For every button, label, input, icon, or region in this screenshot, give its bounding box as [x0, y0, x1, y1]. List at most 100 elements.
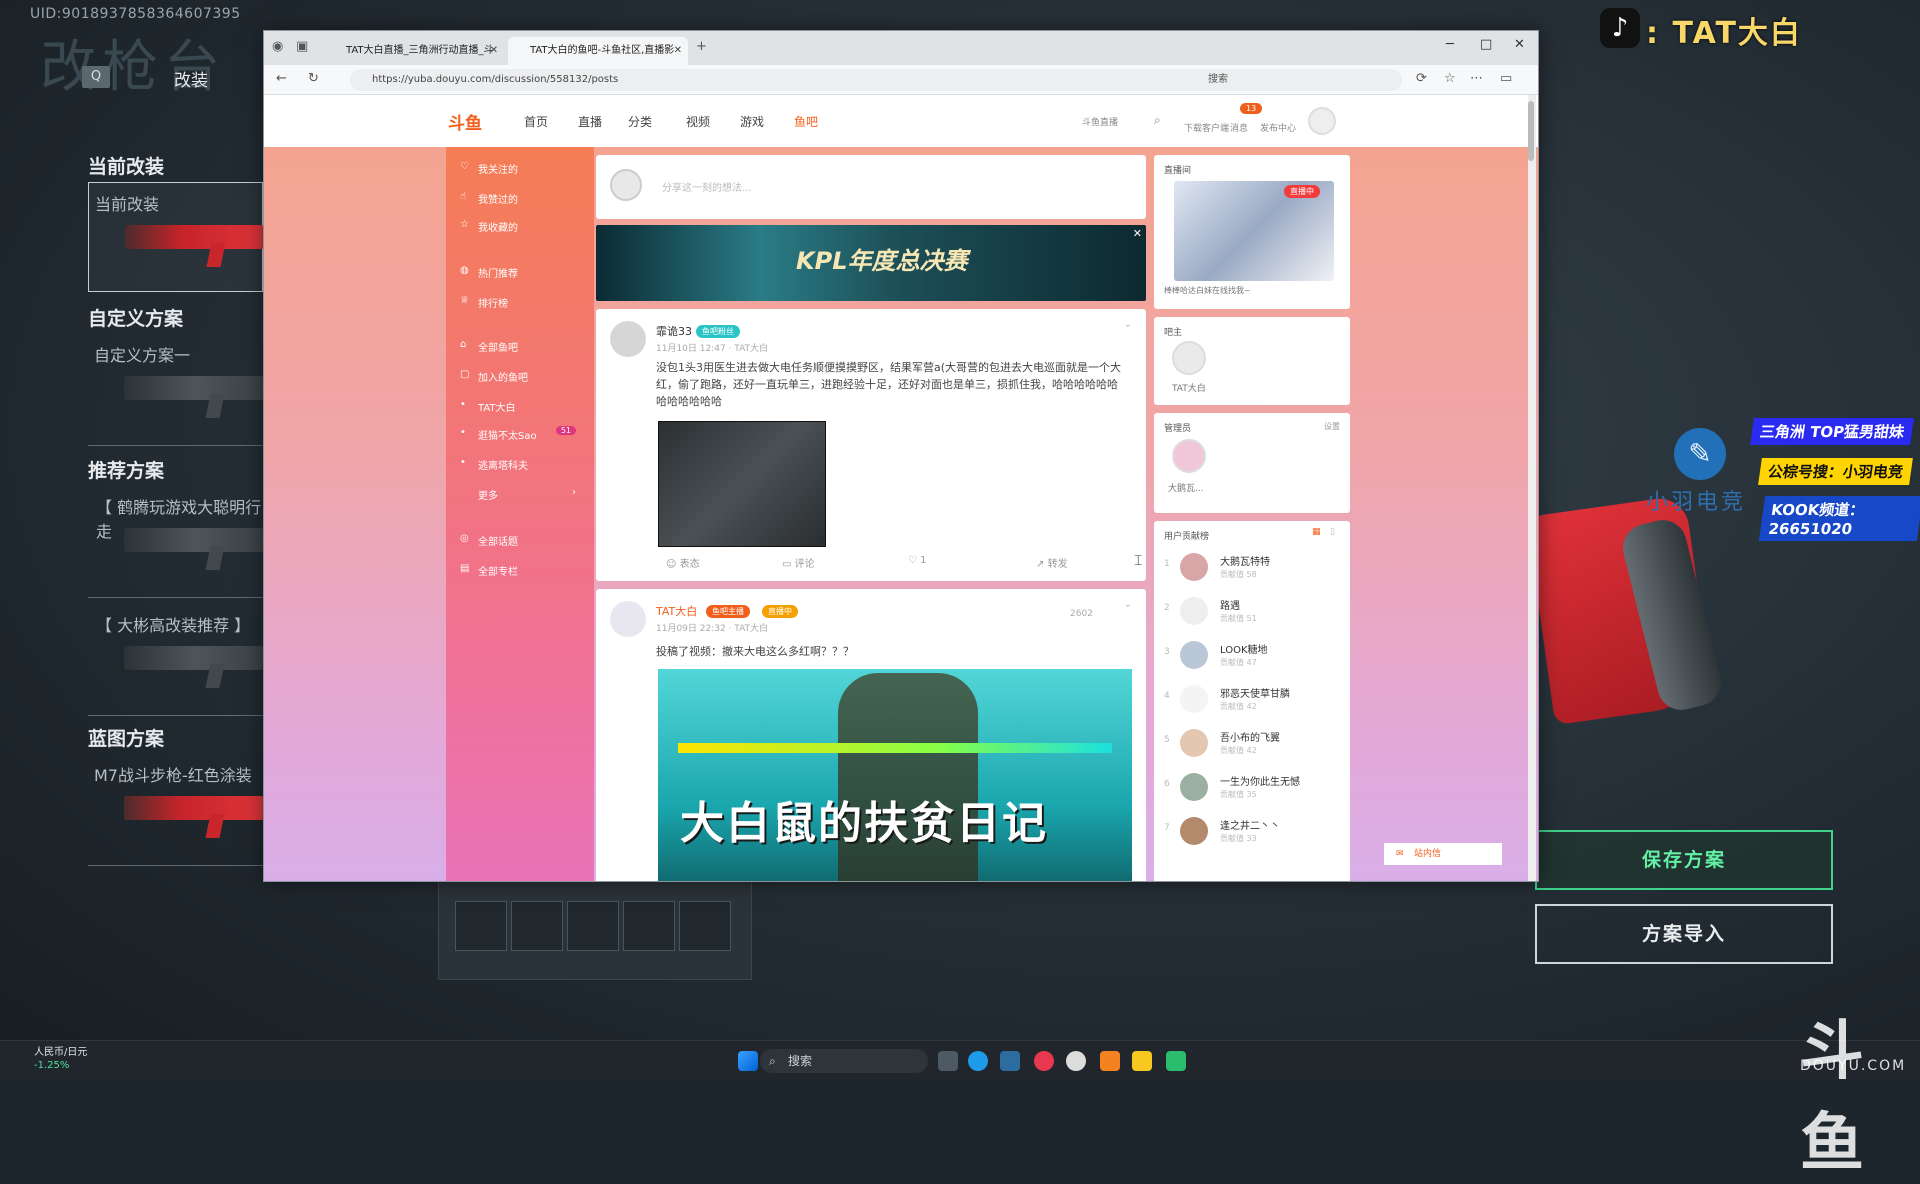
sidebar-item-topics[interactable]: ◎ 全部话题 — [460, 533, 580, 548]
page-scrollbar[interactable] — [1528, 95, 1536, 881]
favorites-icon[interactable]: ☆ — [1444, 71, 1456, 86]
rank-row[interactable]: 4 邪恶天使草甘膦 贡献值 42 — [1164, 681, 1344, 721]
rank-row[interactable]: 5 吾小布的飞翼 贡献值 42 — [1164, 725, 1344, 765]
maximize-icon[interactable]: □ — [1480, 37, 1492, 52]
rank-row[interactable]: 7 逢之井二丶丶 贡献值 33 — [1164, 813, 1344, 853]
app-icon[interactable] — [1166, 1051, 1186, 1071]
like-button[interactable]: ♡ 1 — [908, 555, 927, 566]
edge-browser-icon[interactable] — [968, 1051, 988, 1071]
minimize-icon[interactable]: ─ — [1446, 37, 1454, 52]
rank-tab-icon[interactable]: ▯ — [1330, 527, 1335, 537]
windows-start-icon[interactable] — [738, 1051, 758, 1071]
sidebar-item-more[interactable]: 更多 › — [460, 487, 580, 502]
url-field[interactable]: https://yuba.douyu.com/discussion/558132… — [350, 69, 1230, 91]
nav-download[interactable]: 下载客户端 — [1184, 121, 1229, 134]
plan-card-rec2[interactable]: 【 大彬高改装推荐 】 — [88, 604, 264, 716]
inventory-slot[interactable] — [679, 901, 731, 951]
avatar[interactable] — [1172, 439, 1206, 473]
profile-icon[interactable]: ◉ — [272, 39, 283, 54]
admin-setting-link[interactable]: 设置 — [1324, 421, 1340, 432]
tab-yuba[interactable]: TAT大白的鱼吧-斗鱼社区,直播影 ✕ — [508, 37, 688, 65]
owner-name[interactable]: TAT大白 — [1172, 381, 1206, 394]
inventory-slot[interactable] — [455, 901, 507, 951]
douyu-logo[interactable]: 斗鱼 — [448, 109, 482, 134]
nav-yuba[interactable]: 鱼吧 — [794, 113, 818, 130]
sidebar-item-rank[interactable]: ♕ 排行榜 — [460, 295, 580, 310]
post-author[interactable]: TAT大白 — [656, 603, 697, 619]
browser-search-field[interactable]: 搜索 — [1182, 69, 1402, 91]
plan-card-custom1[interactable]: 自定义方案一 — [88, 334, 264, 446]
nav-video[interactable]: 视频 — [686, 113, 710, 130]
chevron-down-icon[interactable]: ⌄ — [1124, 599, 1132, 610]
mode-key[interactable]: Q — [82, 66, 110, 88]
sidebar-item-following[interactable]: ♡ 我关注的 — [460, 161, 580, 176]
avatar[interactable] — [1172, 341, 1206, 375]
post-image[interactable] — [658, 421, 826, 547]
nav-douyu-live[interactable]: 斗鱼直播 — [1082, 115, 1118, 128]
comment-button[interactable]: ▭ 评论 — [782, 555, 815, 570]
more-icon[interactable]: ⋯ — [1470, 71, 1483, 86]
mode-tab-modify[interactable]: 改装 — [174, 66, 208, 91]
chevron-down-icon[interactable]: ⌄ — [1124, 319, 1132, 330]
douyu-app-icon[interactable] — [1100, 1051, 1120, 1071]
user-avatar[interactable] — [1308, 107, 1336, 135]
sidebar-item-tat[interactable]: • TAT大白 — [460, 399, 580, 414]
sidebar-item-favorites[interactable]: ☆ 我收藏的 — [460, 219, 580, 234]
nav-publish[interactable]: 发布中心 — [1260, 121, 1296, 134]
rank-row[interactable]: 3 LOOK糖地 贡献值 47 — [1164, 637, 1344, 677]
close-window-icon[interactable]: ✕ — [1514, 37, 1525, 52]
game-launcher-icon[interactable] — [1132, 1051, 1152, 1071]
back-icon[interactable]: ← — [276, 71, 287, 86]
admin-name[interactable]: 大鹅瓦... — [1168, 481, 1204, 494]
sidebar-item-tarkov[interactable]: • 逃离塔科夫 — [460, 457, 580, 472]
compose-box[interactable]: 分享这一刻的想法... — [596, 155, 1146, 219]
import-plan-button[interactable]: 方案导入 — [1535, 904, 1833, 964]
fx-widget[interactable]: 人民币/日元 -1.25% — [14, 1046, 87, 1072]
sidebar-item-all-yuba[interactable]: ⌂ 全部鱼吧 — [460, 339, 580, 354]
netease-music-icon[interactable] — [1034, 1051, 1054, 1071]
ad-banner[interactable]: KPL年度总决赛 ✕ — [596, 225, 1146, 301]
search-icon[interactable]: ⌕ — [1154, 113, 1161, 128]
sidebar-item-columns[interactable]: ▤ 全部专栏 — [460, 563, 580, 578]
sidebar-toggle-icon[interactable]: ▭ — [1500, 71, 1512, 86]
nav-message[interactable]: 消息 — [1230, 121, 1248, 134]
nav-home[interactable]: 首页 — [524, 113, 548, 130]
save-plan-button[interactable]: 保存方案 — [1535, 830, 1833, 890]
sidebar-item-sao[interactable]: • 逛猫不太Sao 51 — [460, 426, 580, 442]
plan-card-current[interactable]: 当前改装 — [88, 182, 265, 292]
plan-card-blue1[interactable]: M7战斗步枪-红色涂装 — [88, 754, 264, 866]
nav-game[interactable]: 游戏 — [740, 113, 764, 130]
inventory-slot[interactable] — [511, 901, 563, 951]
live-room-card[interactable]: 直播间 直播中 棒棒哈达白妹在线找我~ — [1154, 155, 1350, 309]
close-tab-icon[interactable]: ✕ — [490, 37, 498, 65]
scroll-thumb[interactable] — [1528, 101, 1534, 161]
plan-card-rec1[interactable]: 【 鹤腾玩游戏大聪明行走 — [88, 486, 264, 598]
site-message-button[interactable]: ✉ 站内信 — [1384, 843, 1502, 865]
refresh-icon[interactable]: ↻ — [308, 71, 319, 86]
taskbar-search[interactable]: ⌕ 搜索 — [760, 1049, 928, 1073]
video-thumbnail[interactable]: 大白鼠的扶贫日记 — [658, 669, 1132, 881]
inventory-slot[interactable] — [623, 901, 675, 951]
close-tab-icon[interactable]: ✕ — [674, 37, 682, 65]
extensions-icon[interactable]: ⟳ — [1416, 71, 1427, 86]
chrome-icon[interactable] — [1066, 1051, 1086, 1071]
post-author[interactable]: 霏诡33 — [656, 323, 692, 339]
nav-live[interactable]: 直播 — [578, 113, 602, 130]
nav-category[interactable]: 分类 — [628, 113, 652, 130]
rank-row[interactable]: 1 大鹅瓦特特 贡献值 58 — [1164, 549, 1344, 589]
task-view-icon[interactable] — [938, 1051, 958, 1071]
rank-row[interactable]: 2 路遇 贡献值 51 — [1164, 593, 1344, 633]
new-tab-icon[interactable]: + — [696, 39, 707, 54]
react-button[interactable]: ☺ 表态 — [666, 555, 700, 570]
sidebar-item-hot[interactable]: ◍ 热门推荐 — [460, 265, 580, 280]
avatar[interactable] — [610, 321, 646, 357]
sidebar-item-liked[interactable]: ☝ 我赞过的 — [460, 191, 580, 206]
sidebar-item-joined[interactable]: ▢ 加入的鱼吧 — [460, 369, 580, 384]
close-icon[interactable]: ✕ — [1133, 227, 1142, 240]
rank-row[interactable]: 6 一生为你此生无憾 贡献值 35 — [1164, 769, 1344, 809]
share-button[interactable]: ↗ 转发 — [1036, 555, 1068, 570]
rank-tab-icon[interactable]: ▦ — [1312, 527, 1321, 537]
tab-actions-icon[interactable]: ▣ — [296, 39, 308, 54]
tab-live[interactable]: TAT大白直播_三角洲行动直播_斗 ✕ — [324, 37, 504, 65]
inventory-slot[interactable] — [567, 901, 619, 951]
